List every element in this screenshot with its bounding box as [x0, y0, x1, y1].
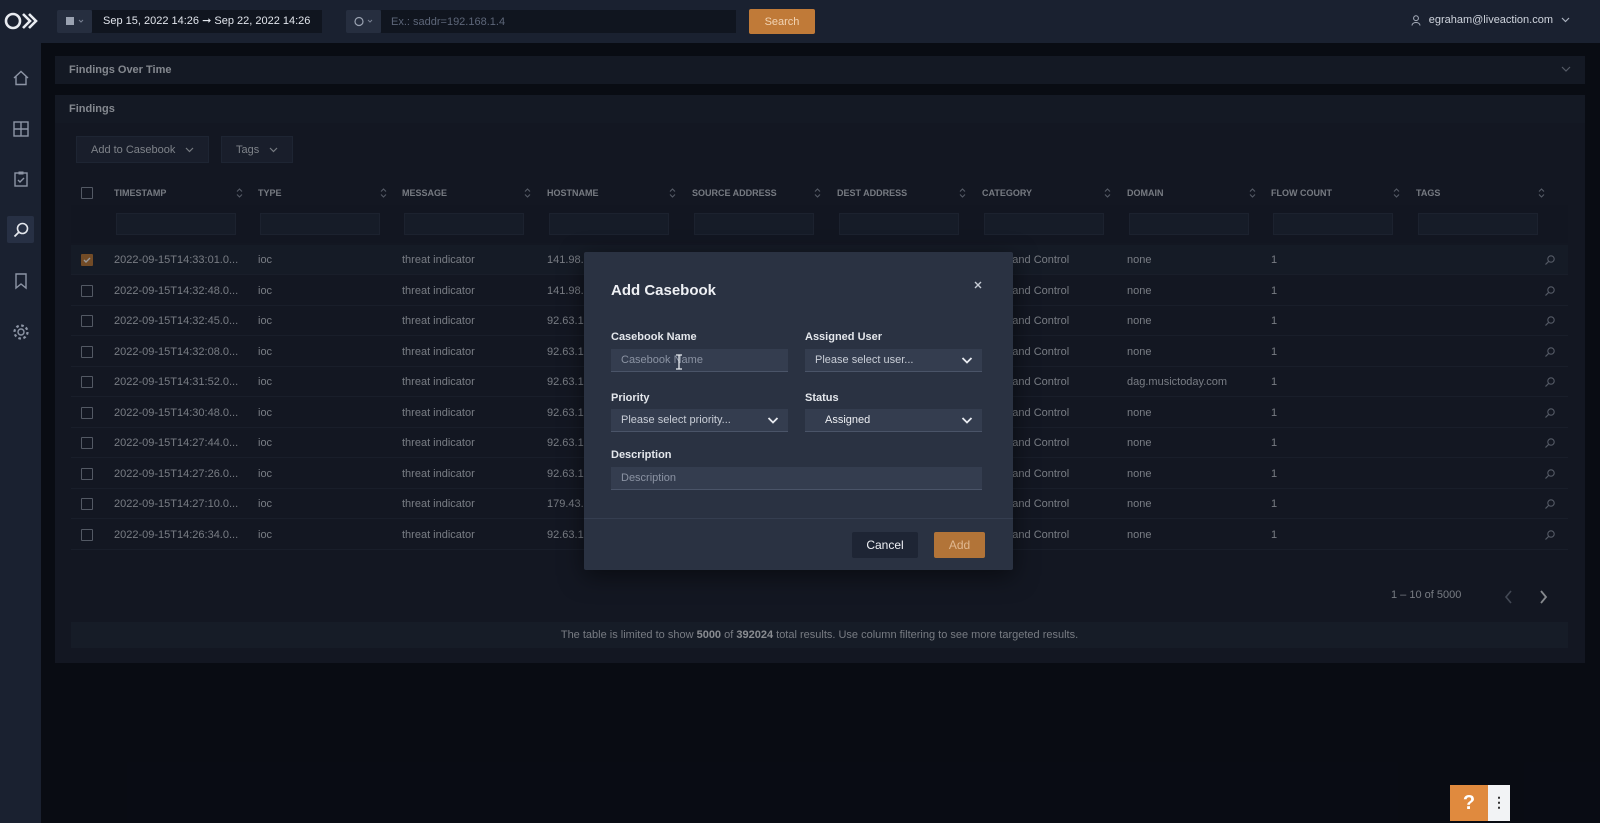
add-casebook-dialog: Add Casebook Casebook Name Assigned User…	[584, 252, 1013, 570]
help-menu-button[interactable]: ⋮	[1488, 785, 1510, 821]
search-button[interactable]: Search	[749, 9, 815, 34]
text-cursor-icon	[676, 354, 682, 370]
description-input[interactable]	[611, 467, 982, 490]
calendar-picker-button[interactable]	[57, 10, 92, 33]
priority-value: Please select priority...	[621, 414, 731, 426]
user-icon	[1411, 14, 1421, 26]
casebook-name-input[interactable]	[611, 349, 788, 372]
sidebar-item-tasks[interactable]	[7, 165, 34, 192]
grid-icon	[12, 120, 29, 137]
info-icon	[354, 16, 373, 27]
dialog-divider	[584, 518, 1013, 519]
casebook-name-label: Casebook Name	[611, 331, 697, 343]
bookmark-icon	[14, 272, 27, 289]
calendar-icon	[66, 17, 84, 25]
status-label: Status	[805, 392, 839, 404]
priority-select[interactable]: Please select priority...	[611, 409, 788, 432]
sidebar-item-dashboards[interactable]	[7, 115, 34, 142]
chevron-down-icon	[961, 417, 973, 424]
description-label: Description	[611, 449, 672, 461]
query-input[interactable]	[381, 10, 736, 33]
dialog-title: Add Casebook	[611, 282, 717, 299]
chevron-down-icon	[1561, 17, 1570, 23]
sidebar-item-casebooks[interactable]	[7, 267, 34, 294]
clipboard-check-icon	[13, 171, 28, 187]
user-menu[interactable]: egraham@liveaction.com	[1411, 14, 1570, 26]
query-options-button[interactable]	[346, 10, 381, 33]
assigned-user-value: Please select user...	[815, 354, 914, 366]
chevron-down-icon	[961, 357, 973, 364]
chevron-down-icon	[767, 417, 779, 424]
close-icon[interactable]	[971, 278, 985, 292]
sidebar	[0, 43, 41, 823]
gear-icon	[12, 323, 29, 340]
status-value: Assigned	[825, 414, 871, 426]
search-icon	[13, 222, 28, 237]
user-email: egraham@liveaction.com	[1428, 14, 1553, 26]
status-select[interactable]: Assigned	[805, 409, 982, 432]
help-button[interactable]: ?	[1450, 785, 1488, 821]
top-bar: Sep 15, 2022 14:26 ➞ Sep 22, 2022 14:26 …	[0, 0, 1600, 43]
date-range-display[interactable]: Sep 15, 2022 14:26 ➞ Sep 22, 2022 14:26	[92, 10, 322, 33]
add-button[interactable]: Add	[934, 532, 985, 558]
sidebar-item-home[interactable]	[7, 64, 34, 91]
assigned-user-label: Assigned User	[805, 331, 883, 343]
sidebar-item-settings[interactable]	[7, 318, 34, 345]
home-icon	[13, 70, 28, 85]
priority-label: Priority	[611, 392, 650, 404]
sidebar-item-search[interactable]	[7, 216, 34, 243]
help-widget[interactable]: ? ⋮	[1450, 785, 1510, 821]
liveaction-logo-icon[interactable]	[4, 9, 38, 33]
cancel-button[interactable]: Cancel	[852, 532, 918, 558]
assigned-user-select[interactable]: Please select user...	[805, 349, 982, 372]
